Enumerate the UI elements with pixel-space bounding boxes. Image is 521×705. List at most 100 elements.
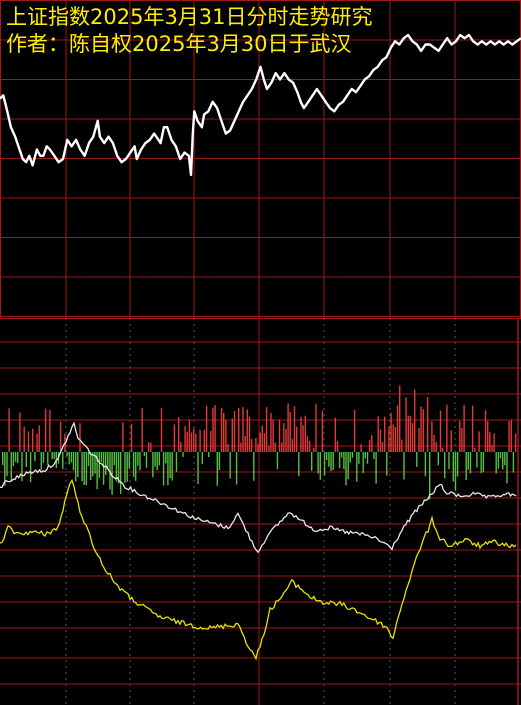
volume-bar-down [115, 452, 118, 482]
volume-bar-down [311, 452, 313, 471]
volume-bar-down [467, 452, 469, 470]
volume-bar-down [469, 452, 472, 474]
volume-bar-down [111, 452, 113, 495]
volume-bar-up [287, 403, 289, 452]
volume-bar-up [289, 412, 291, 452]
volume-bar-up [150, 442, 152, 452]
volume-bar-down [135, 452, 137, 481]
volume-bar-up [431, 421, 433, 452]
volume-bar-up [257, 444, 259, 452]
volume-bar-down [197, 452, 199, 484]
volume-bar-up [405, 397, 407, 452]
volume-bar-up [283, 423, 285, 452]
volume-bar-up [426, 397, 429, 452]
volume-bar-down [152, 452, 154, 478]
volume-bar-up [225, 419, 227, 452]
volume-bar-up [212, 407, 214, 452]
volume-bar-down [424, 452, 427, 477]
volume-bar-down [437, 452, 439, 466]
volume-bar-up [203, 429, 206, 452]
volume-bar-down [465, 452, 467, 480]
volume-bar-up [173, 424, 176, 452]
volume-bar-down [165, 452, 167, 464]
volume-bar-up [214, 405, 216, 452]
volume-bar-down [216, 452, 218, 486]
volume-bar-up [493, 433, 495, 452]
volume-bar-up [220, 407, 223, 452]
volume-bar-up [122, 422, 124, 452]
volume-bar-down [14, 452, 17, 462]
volume-bar-down [53, 452, 55, 459]
volume-bar-down [81, 452, 83, 482]
volume-bar-down [347, 452, 349, 480]
volume-bar-down [416, 452, 418, 467]
volume-bar-up [160, 408, 163, 452]
volume-bar-down [375, 452, 377, 484]
volume-bar-down [113, 452, 115, 466]
volume-bar-down [6, 452, 8, 477]
volume-bar-up [240, 442, 242, 452]
volume-bar-up [44, 408, 47, 452]
volume-bar-down [495, 452, 497, 474]
volume-bar-up [407, 415, 409, 452]
volume-bar-up [315, 403, 317, 452]
volume-bar-down [448, 452, 450, 470]
chart-title: 上证指数2025年3月31日分时走势研究 [6, 5, 373, 29]
volume-bar-up [491, 444, 493, 452]
volume-bar-up [259, 432, 261, 452]
author-line: 作者：陈自权2025年3月30日于武汉 [6, 32, 352, 56]
volume-bar-down [349, 452, 351, 463]
volume-bar-down [499, 452, 502, 459]
volume-bar-up [130, 423, 133, 452]
volume-bar-up [244, 435, 246, 452]
volume-bar-up [484, 410, 487, 452]
volume-bar-up [242, 407, 244, 452]
volume-bar-down [47, 452, 49, 466]
volume-bar-up [59, 421, 62, 452]
volume-bar-down [156, 452, 158, 471]
volume-bar-up [489, 431, 491, 452]
volume-bar-up [19, 412, 21, 452]
volume-bar-up [199, 429, 201, 452]
volume-bar-down [235, 452, 238, 485]
volume-bar-up [27, 431, 30, 452]
volume-bar-down [454, 452, 457, 491]
volume-bar-down [124, 452, 126, 483]
volume-bar-up [188, 419, 191, 452]
volume-bar-down [68, 452, 70, 465]
volume-bar-up [141, 408, 143, 452]
volume-bar-up [178, 417, 180, 452]
volume-bar-down [276, 452, 279, 470]
volume-bar-up [459, 421, 461, 452]
volume-bar-up [233, 411, 236, 452]
volume-bar-down [343, 452, 345, 470]
volume-bar-up [205, 405, 208, 452]
volume-bar-down [72, 452, 75, 471]
volume-bar-down [351, 452, 354, 458]
volume-bar-down [162, 452, 165, 486]
volume-bar-up [302, 425, 304, 452]
volume-bar-up [381, 441, 384, 452]
volume-bar-down [362, 452, 364, 474]
volume-bar-down [102, 452, 105, 485]
volume-bar-up [49, 409, 51, 452]
volume-bar-up [291, 439, 294, 452]
volume-bar-down [332, 452, 334, 470]
volume-bar-up [508, 421, 510, 452]
volume-bar-up [377, 416, 379, 452]
volume-bar-down [17, 452, 19, 463]
volume-bar-down [403, 452, 405, 480]
volume-bar-up [38, 425, 40, 452]
volume-bar-up [510, 419, 512, 452]
volume-bar-up [306, 436, 309, 452]
volume-bar-up [450, 430, 452, 452]
volume-bar-down [366, 452, 369, 464]
volume-bar-up [334, 417, 336, 452]
volume-bar-up [360, 444, 362, 452]
volume-bar-down [364, 452, 366, 459]
volume-bar-down [10, 452, 12, 481]
volume-bar-down [66, 452, 68, 457]
volume-bar-up [300, 417, 302, 452]
volume-bar-down [512, 452, 515, 473]
volume-bar-down [100, 452, 103, 463]
